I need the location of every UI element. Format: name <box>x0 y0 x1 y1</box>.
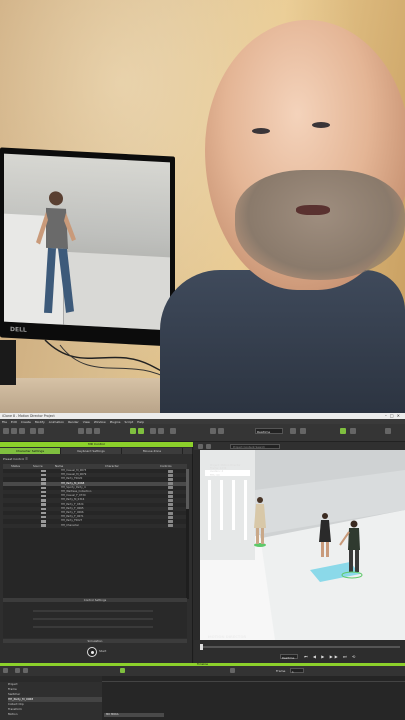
simulation-header[interactable]: Simulation <box>3 639 187 643</box>
panel-tabs: Character Settings Keyboard Settings Mou… <box>0 448 193 454</box>
presenter-beard <box>235 170 405 280</box>
iclone-app-window: iClone 8 - Motion Director Project –□✕ F… <box>0 413 405 720</box>
table-row[interactable]: HH_Character <box>3 523 187 528</box>
kitchen-counter <box>64 251 170 331</box>
table-scrollbar[interactable] <box>186 469 189 599</box>
settings-icon[interactable] <box>350 428 356 434</box>
character-table: HH_Casual_M_0073 HH_Casual_M_0079 HH_Par… <box>3 469 187 599</box>
md-control-panel: MD Control Character Settings Keyboard S… <box>0 442 193 663</box>
setting-slider[interactable] <box>33 626 153 628</box>
open-project-icon[interactable] <box>11 428 17 434</box>
scale-tool-icon[interactable] <box>94 428 100 434</box>
playback-controls[interactable]: ⏮ ◀ ▶ ▶▶ ⏭ ⟲ <box>304 654 357 659</box>
move-tool-icon[interactable] <box>78 428 84 434</box>
timeline-menu-icon[interactable] <box>3 668 8 673</box>
frame-label: Frame <box>276 668 286 673</box>
md-control-icon[interactable] <box>138 428 144 434</box>
scene-render <box>200 450 405 640</box>
ai-tool-icon[interactable] <box>340 428 346 434</box>
main-toolbar: Realtime <box>0 424 405 442</box>
presenter-eye-right <box>312 122 330 128</box>
timeline-play-icon[interactable] <box>120 668 125 673</box>
timeline-lanes[interactable]: MD MRKA <box>102 682 405 720</box>
menu-script[interactable]: Script <box>124 420 133 424</box>
presenter-eye-left <box>252 128 270 134</box>
webcam-photo: DELL <box>0 0 405 413</box>
dancing-person-figure <box>36 191 76 314</box>
monitor-brand-logo: DELL <box>10 325 27 334</box>
play-icon[interactable] <box>290 428 296 434</box>
start-label: Start <box>99 649 107 653</box>
redo-icon[interactable] <box>38 428 44 434</box>
grid-icon[interactable] <box>218 428 224 434</box>
menu-view[interactable]: View <box>83 420 90 424</box>
menu-animation[interactable]: Animation <box>49 420 64 424</box>
key-icon[interactable] <box>15 668 20 673</box>
frame-input[interactable]: 1 <box>290 668 304 674</box>
menu-help[interactable]: Help <box>137 420 144 424</box>
stat-line: FPS: 60 <box>210 473 220 477</box>
menu-modify[interactable]: Modify <box>35 420 45 424</box>
motion-director-icon[interactable] <box>130 428 136 434</box>
menu-edit[interactable]: Edit <box>11 420 17 424</box>
start-button[interactable] <box>87 647 97 657</box>
light-icon[interactable] <box>158 428 164 434</box>
preset-control-label: Preset Control <box>3 457 25 461</box>
close-icon[interactable] <box>183 448 193 454</box>
setting-slider[interactable] <box>33 610 153 612</box>
monitor-screen <box>4 153 170 331</box>
help-icon[interactable] <box>385 428 391 434</box>
viewport-menu-icon[interactable] <box>198 443 203 449</box>
menu-render[interactable]: Render <box>68 420 79 424</box>
timeline-toolbar: Frame 1 <box>0 666 405 676</box>
record-icon[interactable] <box>300 428 306 434</box>
motion-director-watermark: MOTION DIRECTOR <box>208 635 247 639</box>
presenter-mouth <box>296 205 330 215</box>
control-settings-area <box>3 602 187 638</box>
undo-icon[interactable] <box>30 428 36 434</box>
monitor-stand <box>0 340 16 385</box>
window-controls[interactable]: –□✕ <box>385 413 403 418</box>
playback-slider[interactable] <box>200 644 400 650</box>
timeline-loop-icon[interactable] <box>230 668 235 673</box>
timeline-track-list: Project Frame Switcher HH_Party_M_0068 C… <box>0 682 102 720</box>
motion-clip[interactable]: MD MRKA <box>104 713 164 717</box>
rotate-tool-icon[interactable] <box>86 428 92 434</box>
viewport-view-icon[interactable] <box>206 443 211 449</box>
render-mode-dropdown[interactable]: Realtime <box>255 428 283 434</box>
content-search-input[interactable]: Project Content Search <box>230 443 280 449</box>
scrollbar-thumb[interactable] <box>186 469 189 509</box>
menu-plugins[interactable]: Plugins <box>110 420 121 424</box>
tab-character-settings[interactable]: Character Settings <box>0 448 61 454</box>
setting-slider[interactable] <box>33 618 153 620</box>
curve-icon[interactable] <box>23 668 28 673</box>
playback-bar: Realtime ⏮ ◀ ▶ ▶▶ ⏭ ⟲ <box>194 640 405 663</box>
monitor: DELL <box>0 147 175 347</box>
tab-mouse-zone[interactable]: Mouse Zone <box>122 448 183 454</box>
panel-header: MD Control <box>0 442 193 447</box>
track-item[interactable]: Motion <box>8 712 102 717</box>
3d-scene[interactable]: Project: Motion Director Frame: 1234 Ava… <box>200 450 405 640</box>
preset-menu-icon[interactable]: ☰ <box>25 457 28 461</box>
tab-keyboard-settings[interactable]: Keyboard Settings <box>61 448 122 454</box>
menu-create[interactable]: Create <box>21 420 31 424</box>
preset-control-row: Preset Control ☰ <box>3 457 28 461</box>
viewport-stats: Project: Motion Director Frame: 1234 Ava… <box>210 464 241 477</box>
realtime-dropdown[interactable]: Realtime <box>280 654 298 660</box>
window-title: iClone 8 - Motion Director Project <box>2 414 55 418</box>
timeline-panel: Timeline Frame 1 Project Frame Switcher … <box>0 663 405 720</box>
presenter-shirt <box>160 270 405 413</box>
viewport-toolbar: Project Content Search <box>194 442 405 450</box>
save-project-icon[interactable] <box>19 428 25 434</box>
new-project-icon[interactable] <box>3 428 9 434</box>
camera-icon[interactable] <box>150 428 156 434</box>
3d-viewport[interactable]: Project Content Search Project: Motion D… <box>194 442 405 663</box>
menu-file[interactable]: File <box>2 420 7 424</box>
menu-window[interactable]: Window <box>94 420 106 424</box>
render-icon[interactable] <box>170 428 176 434</box>
view-icon[interactable] <box>210 428 216 434</box>
